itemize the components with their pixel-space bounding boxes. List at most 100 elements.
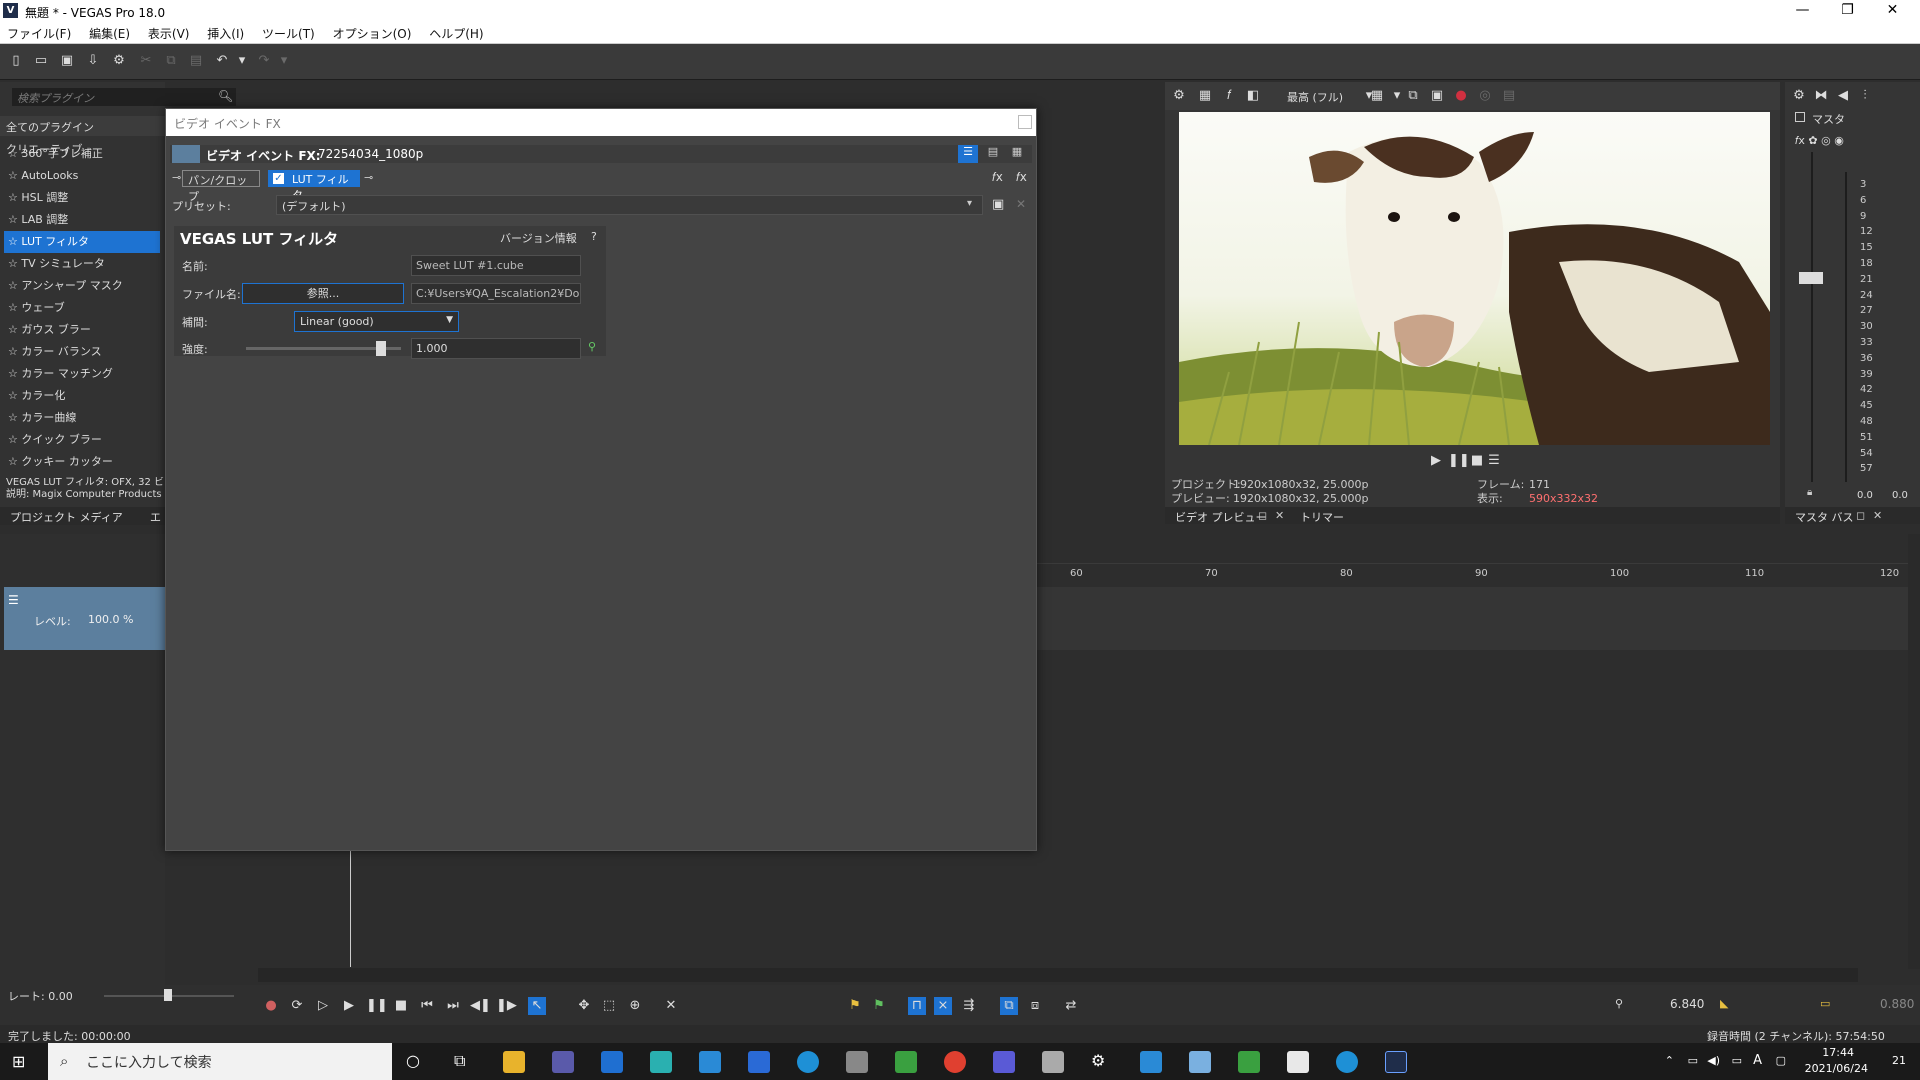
task-view-icon[interactable]: ⧉: [454, 1051, 465, 1071]
tray-chevron-icon[interactable]: ⌃: [1665, 1054, 1674, 1067]
plugin-list-item[interactable]: ☆ LAB 調整: [4, 209, 160, 231]
chrome-icon[interactable]: [944, 1051, 966, 1073]
menu-view[interactable]: 表示(V): [141, 22, 197, 45]
copy-icon[interactable]: ⧉: [163, 53, 179, 69]
network-icon[interactable]: ▭: [1732, 1054, 1742, 1067]
record-icon[interactable]: ●: [1453, 88, 1469, 104]
go-to-start-icon[interactable]: ⏮: [418, 997, 436, 1015]
version-info-link[interactable]: バージョン情報: [500, 230, 577, 246]
open-folder-icon[interactable]: ▭: [33, 53, 49, 69]
favorite-star-icon[interactable]: ☆: [8, 433, 21, 446]
master-gear-icon[interactable]: ⚙: [1791, 88, 1807, 104]
restore-icon[interactable]: ◻: [1258, 509, 1267, 522]
go-to-end-icon[interactable]: ⏭: [444, 997, 462, 1015]
cursor-time-value[interactable]: 6.840: [1670, 997, 1704, 1011]
split-screen-icon[interactable]: ◧: [1245, 88, 1261, 104]
plugin-list-item[interactable]: ☆ 360°手ブレ補正: [4, 143, 160, 165]
preview-menu-icon[interactable]: ☰: [1485, 452, 1503, 470]
interpolation-select[interactable]: Linear (good) ▼: [294, 311, 459, 332]
plugin-list-item[interactable]: ☆ クッキー カッター: [4, 451, 160, 473]
transport-play-icon[interactable]: ▶: [340, 997, 358, 1015]
new-project-icon[interactable]: ▯: [8, 53, 24, 69]
notification-count[interactable]: 21: [1892, 1054, 1906, 1067]
render-icon[interactable]: ⇩: [85, 53, 101, 69]
favorite-star-icon[interactable]: ☆: [8, 323, 21, 336]
favorite-star-icon[interactable]: ☆: [8, 147, 21, 160]
favorite-star-icon[interactable]: ☆: [8, 345, 21, 358]
favorite-star-icon[interactable]: ☆: [8, 169, 21, 182]
record-icon-transport[interactable]: ●: [262, 997, 280, 1015]
favorite-star-icon[interactable]: ☆: [8, 301, 21, 314]
file-explorer-icon[interactable]: [503, 1051, 525, 1073]
lock-envelopes-icon[interactable]: ⧉: [1000, 997, 1018, 1015]
preset-select[interactable]: (デフォルト): [276, 195, 983, 215]
windows-start-icon[interactable]: ⊞: [12, 1052, 25, 1071]
plugin-list-item[interactable]: ☆ AutoLooks: [4, 165, 160, 187]
plugin-search-input[interactable]: 検索プラグイン: [12, 88, 236, 106]
tab-explorer[interactable]: エ: [150, 509, 161, 525]
plugin-list-item[interactable]: ☆ カラー曲線: [4, 407, 160, 429]
settings-gear-icon[interactable]: ⚙: [1091, 1051, 1105, 1070]
region-icon[interactable]: ⚑: [870, 997, 888, 1015]
minimize-button[interactable]: —: [1780, 0, 1825, 22]
search-icon[interactable]: 🔍︎: [218, 89, 233, 103]
track-menu-icon[interactable]: ☰: [8, 593, 22, 607]
vegas-taskbar-icon[interactable]: [1385, 1051, 1407, 1073]
plugin-list-item[interactable]: ☆ カラー マッチング: [4, 363, 160, 385]
name-field[interactable]: Sweet LUT #1.cube: [411, 255, 581, 276]
app-icon-16[interactable]: [1238, 1051, 1260, 1073]
menu-help[interactable]: ヘルプ(H): [422, 22, 490, 45]
ignore-grouping-icon[interactable]: ⧈: [1026, 997, 1044, 1015]
plugin-list-item[interactable]: ☆ カラー バランス: [4, 341, 160, 363]
clock-time[interactable]: 17:44: [1822, 1046, 1854, 1059]
loop-icon[interactable]: ⟳: [288, 997, 306, 1015]
save-snapshot-icon[interactable]: ▣: [1429, 88, 1445, 104]
master-lock-icon[interactable]: 🔒︎: [1807, 487, 1812, 498]
app-icon-18[interactable]: [1336, 1051, 1358, 1073]
mixer-icon[interactable]: ⫶: [1857, 88, 1873, 104]
remove-fx-icon[interactable]: 𝑓x: [1016, 170, 1027, 185]
file-path-field[interactable]: C:¥Users¥QA_Escalation2¥Dow: [411, 283, 581, 304]
app-icon-14[interactable]: [1140, 1051, 1162, 1073]
maximize-button[interactable]: ❐: [1825, 0, 1870, 22]
timeline-ruler[interactable]: 60 70 80 90 100 110 120: [1037, 534, 1920, 579]
stop-icon[interactable]: ■: [1468, 452, 1486, 470]
plugin-list-item[interactable]: ☆ TV シミュレータ: [4, 253, 160, 275]
favorite-star-icon[interactable]: ☆: [8, 213, 21, 226]
favorite-star-icon[interactable]: ☆: [8, 235, 21, 248]
transport-pause-icon[interactable]: ❚❚: [366, 997, 388, 1015]
app-icon-12[interactable]: [1042, 1051, 1064, 1073]
view-grid-icon[interactable]: ▦: [1008, 145, 1026, 163]
ime-mode-icon[interactable]: ▢: [1776, 1054, 1786, 1067]
app-icon-4[interactable]: [650, 1051, 672, 1073]
battery-icon[interactable]: ▭: [1688, 1054, 1698, 1067]
master-fader[interactable]: [1799, 272, 1823, 284]
app-icon-8[interactable]: [846, 1051, 868, 1073]
favorite-star-icon[interactable]: ☆: [8, 367, 21, 380]
preview-device-icon[interactable]: ▦: [1197, 88, 1213, 104]
master-close-icon[interactable]: ✕: [1873, 509, 1882, 522]
tab-all-plugins[interactable]: 全てのプラグイン: [0, 116, 100, 138]
master-restore-icon[interactable]: ◻: [1856, 509, 1865, 522]
delete-icon[interactable]: ✕: [662, 997, 680, 1015]
help-button[interactable]: ?: [591, 230, 597, 243]
layout-icon[interactable]: ▤: [1501, 88, 1517, 104]
clock-date[interactable]: 2021/06/24: [1805, 1062, 1868, 1075]
edit-tool-icon[interactable]: ↖: [528, 997, 546, 1015]
outlook-icon[interactable]: [601, 1051, 623, 1073]
plugin-chain-icon[interactable]: 𝑓x: [992, 170, 1003, 185]
marker-icon[interactable]: ⚑: [846, 997, 864, 1015]
mail-icon[interactable]: [748, 1051, 770, 1073]
master-fx-icon[interactable]: 𝑓x ✿ ◎ ◉: [1795, 134, 1844, 148]
strength-value-field[interactable]: 1.000: [411, 338, 581, 359]
favorite-star-icon[interactable]: ☆: [8, 389, 21, 402]
copy-snapshot-icon[interactable]: ⧉: [1405, 88, 1421, 104]
edge-icon[interactable]: [797, 1051, 819, 1073]
view-detail-icon[interactable]: ▤: [984, 145, 1002, 163]
volume-icon[interactable]: ◀): [1707, 1054, 1720, 1067]
transport-stop-icon[interactable]: ■: [392, 997, 410, 1015]
play-icon[interactable]: ▶: [1427, 452, 1445, 470]
selection-tool-icon[interactable]: ⬚: [600, 997, 618, 1015]
ripple-edit-icon[interactable]: ⇶: [960, 997, 978, 1015]
pause-icon[interactable]: ❚❚: [1448, 452, 1470, 470]
